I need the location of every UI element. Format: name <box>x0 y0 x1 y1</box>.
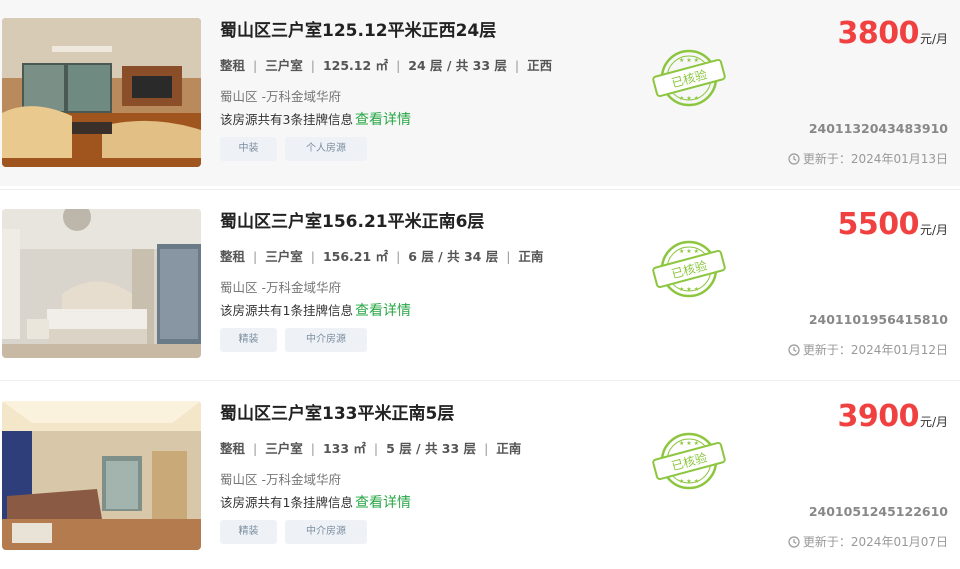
rent-type: 整租 <box>220 249 246 264</box>
floor-level: 5 层 / 共 33 层 <box>386 441 477 456</box>
divider <box>0 189 960 190</box>
price-value: 3900 <box>837 399 919 434</box>
orientation: 正南 <box>518 249 544 264</box>
separator: | <box>253 58 258 73</box>
clock-icon <box>788 536 800 548</box>
separator: | <box>396 58 401 73</box>
listing-photo[interactable] <box>2 401 201 550</box>
listing-id: 2401132043483910 <box>808 121 948 136</box>
updated-text: 更新于：2024年01月13日 <box>802 152 948 166</box>
room-layout: 三户室 <box>265 58 303 73</box>
rent-type: 整租 <box>220 441 246 456</box>
community-name: 蜀山区 -万科金域华府 <box>220 472 341 487</box>
price-unit: 元/月 <box>919 32 948 46</box>
price: 5500元/月 <box>837 207 948 242</box>
view-details-link[interactable]: 查看详情 <box>355 112 411 128</box>
separator: | <box>373 441 379 456</box>
price-unit: 元/月 <box>919 415 948 429</box>
room-layout: 三户室 <box>265 249 303 264</box>
community-name: 蜀山区 -万科金域华府 <box>220 89 341 104</box>
tag-source: 个人房源 <box>285 137 367 161</box>
rent-type: 整租 <box>220 58 246 73</box>
separator: | <box>310 441 315 456</box>
listing-count-text: 该房源共有3条挂牌信息 <box>220 112 353 127</box>
separator: | <box>310 249 315 264</box>
listing-id: 2401051245122610 <box>808 504 948 519</box>
listing-title[interactable]: 蜀山区三户室156.21平米正南6层 <box>220 207 484 232</box>
orientation: 正西 <box>527 58 553 73</box>
listing-info: 该房源共有1条挂牌信息 查看详情 <box>220 300 411 320</box>
listing-count-text: 该房源共有1条挂牌信息 <box>220 303 353 318</box>
tag-source: 中介房源 <box>285 328 367 352</box>
tag-list: 精装 中介房源 <box>220 328 375 352</box>
listing-card[interactable]: 蜀山区三户室156.21平米正南6层 整租 | 三户室 | 156.21 ㎡ | 6 层 /… <box>0 191 960 377</box>
listing-id: 2401101956415810 <box>808 312 948 327</box>
tag-source: 中介房源 <box>285 520 367 544</box>
price: 3800元/月 <box>837 16 948 51</box>
separator: | <box>310 58 315 73</box>
price: 3900元/月 <box>837 399 948 434</box>
svg-text:★ ★ ★: ★ ★ ★ <box>679 478 699 485</box>
svg-text:★ ★ ★: ★ ★ ★ <box>679 440 699 447</box>
updated-time: 更新于：2024年01月12日 <box>788 341 948 358</box>
view-details-link[interactable]: 查看详情 <box>355 495 411 511</box>
price-value: 5500 <box>837 207 919 242</box>
separator: | <box>396 249 401 264</box>
tag-decoration: 中装 <box>220 137 277 161</box>
living-room-photo <box>2 18 201 167</box>
listing-info: 该房源共有1条挂牌信息 查看详情 <box>220 492 411 512</box>
svg-text:★ ★ ★: ★ ★ ★ <box>679 57 699 64</box>
listing-card[interactable]: 蜀山区三户室125.12平米正西24层 整租 | 三户室 | 125.12 ㎡ | 24 层… <box>0 0 960 186</box>
separator: | <box>506 249 511 264</box>
floor-area: 125.12 ㎡ <box>322 58 389 73</box>
updated-time: 更新于：2024年01月07日 <box>788 533 948 550</box>
bedroom-photo <box>2 209 201 358</box>
separator: | <box>484 441 489 456</box>
divider <box>0 380 960 381</box>
view-details-link[interactable]: 查看详情 <box>355 303 411 319</box>
community-name: 蜀山区 -万科金域华府 <box>220 280 341 295</box>
price-unit: 元/月 <box>919 223 948 237</box>
listing-specs: 整租 | 三户室 | 125.12 ㎡ | 24 层 / 共 33 层 | 正西 <box>220 55 552 74</box>
listing-title[interactable]: 蜀山区三户室125.12平米正西24层 <box>220 16 496 41</box>
svg-text:★ ★ ★: ★ ★ ★ <box>679 95 699 102</box>
floor-area: 156.21 ㎡ <box>322 249 389 264</box>
floor-level: 6 层 / 共 34 层 <box>408 249 499 264</box>
orientation: 正南 <box>496 441 522 456</box>
tag-list: 精装 中介房源 <box>220 520 375 544</box>
separator: | <box>253 441 258 456</box>
listing-specs: 整租 | 三户室 | 156.21 ㎡ | 6 层 / 共 34 层 | 正南 <box>220 246 543 265</box>
clock-icon <box>788 153 800 165</box>
listing-title[interactable]: 蜀山区三户室133平米正南5层 <box>220 399 454 424</box>
listing-photo[interactable] <box>2 209 201 358</box>
updated-time: 更新于：2024年01月13日 <box>788 150 948 167</box>
room-layout: 三户室 <box>265 441 303 456</box>
separator: | <box>253 249 258 264</box>
svg-text:★ ★ ★: ★ ★ ★ <box>679 248 699 255</box>
listing-photo[interactable] <box>2 18 201 167</box>
tag-list: 中装 个人房源 <box>220 137 375 161</box>
clock-icon <box>788 344 800 356</box>
separator: | <box>514 58 520 73</box>
svg-text:★ ★ ★: ★ ★ ★ <box>679 286 699 293</box>
verified-stamp: 已核验 ★ ★ ★ ★ ★ ★ <box>652 48 726 108</box>
verified-stamp: 已核验 ★ ★ ★ ★ ★ ★ <box>652 431 726 491</box>
listing-card[interactable]: 蜀山区三户室133平米正南5层 整租 | 三户室 | 133 ㎡ | 5 层 / 共 33 … <box>0 383 960 569</box>
price-value: 3800 <box>837 16 919 51</box>
updated-text: 更新于：2024年01月12日 <box>802 343 948 357</box>
floor-level: 24 层 / 共 33 层 <box>408 58 507 73</box>
listing-count-text: 该房源共有1条挂牌信息 <box>220 495 353 510</box>
listing-info: 该房源共有3条挂牌信息 查看详情 <box>220 109 411 129</box>
verified-stamp: 已核验 ★ ★ ★ ★ ★ ★ <box>652 239 726 299</box>
updated-text: 更新于：2024年01月07日 <box>802 535 948 549</box>
tag-decoration: 精装 <box>220 328 277 352</box>
living-room-photo <box>2 401 201 550</box>
listing-specs: 整租 | 三户室 | 133 ㎡ | 5 层 / 共 33 层 | 正南 <box>220 438 521 457</box>
floor-area: 133 ㎡ <box>322 441 366 456</box>
tag-decoration: 精装 <box>220 520 277 544</box>
